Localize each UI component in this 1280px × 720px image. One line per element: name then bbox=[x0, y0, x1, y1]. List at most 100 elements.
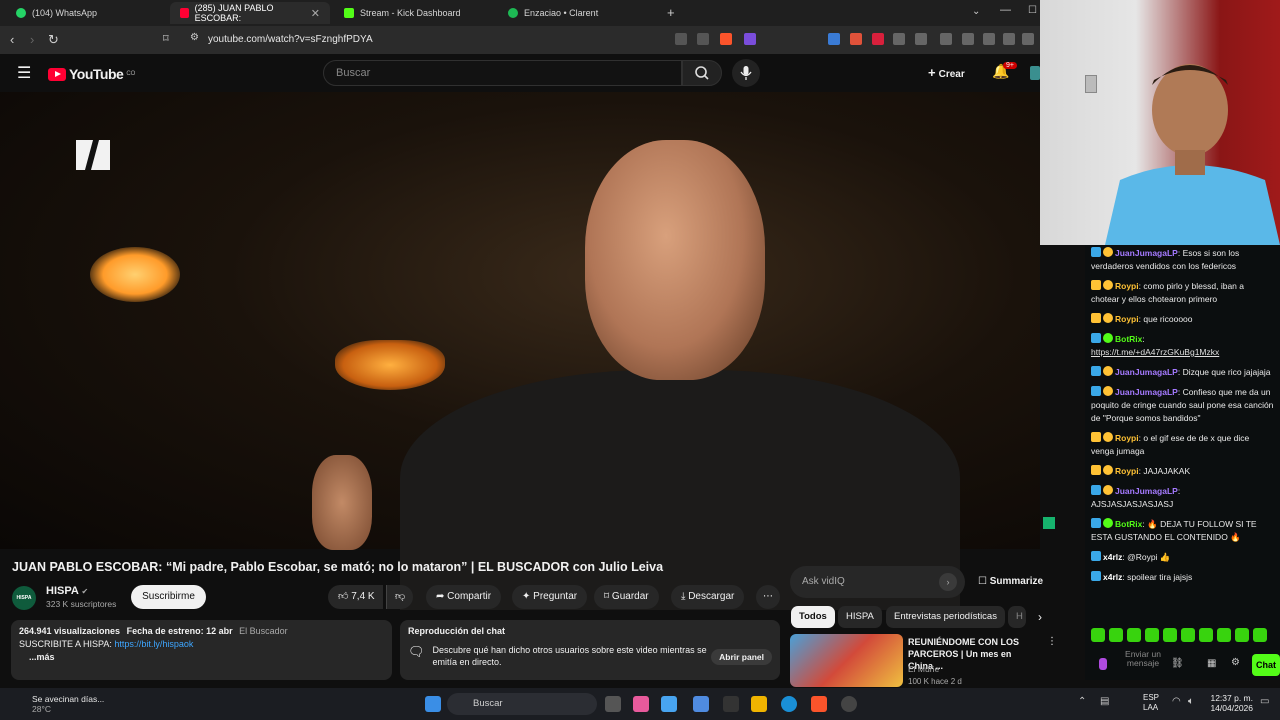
tray-chevron-icon[interactable]: ⌃ bbox=[1078, 696, 1086, 707]
tab-spotify[interactable]: Enzaciao • Clarent bbox=[498, 2, 658, 24]
reload-icon[interactable]: ↻ bbox=[48, 32, 59, 48]
chat-username[interactable]: BotRix bbox=[1115, 519, 1142, 529]
recommendation-channel[interactable]: El Muñe bbox=[908, 664, 939, 674]
tab-youtube[interactable]: (285) JUAN PABLO ESCOBAR: ✕ bbox=[170, 2, 330, 24]
description-box[interactable]: 264.941 visualizaciones Fecha de estreno… bbox=[11, 620, 392, 680]
notification-center-icon[interactable]: ▭ bbox=[1260, 696, 1269, 707]
settings-link-icon[interactable]: ⛓ bbox=[1171, 658, 1184, 669]
chat-message-input[interactable]: Enviar un mensaje bbox=[1121, 650, 1165, 668]
folder-icon[interactable] bbox=[751, 696, 767, 712]
voice-search-button[interactable] bbox=[732, 59, 760, 87]
tray-icon[interactable]: ▤ bbox=[1100, 696, 1109, 707]
youtube-logo[interactable]: YouTube CO bbox=[48, 66, 135, 82]
share-icon[interactable] bbox=[697, 33, 709, 45]
chat-username[interactable]: JuanJumagaLP bbox=[1115, 486, 1178, 496]
chat-username[interactable]: x4rlz bbox=[1103, 572, 1122, 582]
translate-icon[interactable] bbox=[828, 33, 840, 45]
emote-icon[interactable] bbox=[1127, 628, 1141, 642]
emote-icon[interactable] bbox=[1145, 628, 1159, 642]
chat-username[interactable]: JuanJumagaLP bbox=[1115, 387, 1178, 397]
chat-username[interactable]: JuanJumagaLP bbox=[1115, 248, 1178, 258]
open-panel-button[interactable]: Abrir panel bbox=[711, 649, 772, 665]
subscribe-button[interactable]: Suscribirme bbox=[131, 585, 206, 609]
extension-icon[interactable] bbox=[850, 33, 862, 45]
search-button[interactable] bbox=[682, 60, 722, 86]
extension-icon[interactable] bbox=[872, 33, 884, 45]
summarize-button[interactable]: ☐ Summarize bbox=[978, 576, 1043, 587]
send-arrow-icon[interactable]: › bbox=[939, 573, 957, 591]
chat-link[interactable]: https://t.me/+dA47rzGKuBg1Mzkx bbox=[1091, 347, 1219, 357]
description-tag[interactable]: El Buscador bbox=[239, 626, 288, 636]
chip-partial[interactable]: H bbox=[1008, 606, 1026, 628]
save-button[interactable]: ⌑ Guardar bbox=[594, 585, 659, 609]
vidiq-ask-input[interactable]: Ask vidIQ › bbox=[790, 566, 965, 598]
brave-icon[interactable] bbox=[811, 696, 827, 712]
back-icon[interactable]: ‹ bbox=[10, 32, 14, 47]
microphone-icon[interactable] bbox=[1099, 658, 1107, 670]
app-icon[interactable] bbox=[661, 696, 677, 712]
minimize-icon[interactable]: — bbox=[1000, 4, 1011, 16]
emote-icon[interactable] bbox=[1163, 628, 1177, 642]
create-button[interactable]: + Crear bbox=[928, 65, 965, 80]
volume-icon[interactable]: 🔈︎ bbox=[1188, 696, 1194, 707]
extension-icon[interactable] bbox=[893, 33, 905, 45]
emote-icon[interactable] bbox=[1217, 628, 1231, 642]
chat-username[interactable]: Roypi bbox=[1115, 314, 1139, 324]
chat-send-button[interactable]: Chat bbox=[1252, 654, 1280, 676]
recommendation-thumbnail[interactable] bbox=[790, 634, 903, 687]
obs-icon[interactable] bbox=[841, 696, 857, 712]
dislike-button[interactable]: 👎︎ bbox=[386, 585, 414, 609]
download-button[interactable]: ⤓ Descargar bbox=[671, 585, 745, 609]
emote-icon[interactable] bbox=[1109, 628, 1123, 642]
emote-icon[interactable] bbox=[1091, 628, 1105, 642]
search-input[interactable]: Buscar bbox=[323, 60, 682, 86]
new-tab-icon[interactable]: + bbox=[667, 5, 675, 20]
show-more-link[interactable]: ...más bbox=[19, 652, 384, 662]
media-icon[interactable] bbox=[962, 33, 974, 45]
ask-button[interactable]: ✦ Preguntar bbox=[512, 585, 588, 609]
language-indicator[interactable]: ESP LAA bbox=[1143, 693, 1159, 713]
site-info-icon[interactable]: ⚙ bbox=[190, 32, 199, 43]
cast-icon[interactable] bbox=[675, 33, 687, 45]
task-view-icon[interactable] bbox=[605, 696, 621, 712]
bookmark-icon[interactable]: ⌑ bbox=[163, 32, 169, 45]
brave-shield-icon[interactable] bbox=[720, 33, 732, 45]
brave-rewards-icon[interactable] bbox=[744, 33, 756, 45]
channel-avatar[interactable]: HISPA bbox=[12, 586, 36, 610]
chip-hispa[interactable]: HISPA bbox=[838, 606, 882, 628]
tab-kick[interactable]: Stream - Kick Dashboard bbox=[334, 2, 494, 24]
app-icon[interactable] bbox=[633, 696, 649, 712]
app-icon[interactable] bbox=[693, 696, 709, 712]
emote-icon[interactable] bbox=[1253, 628, 1267, 642]
like-button[interactable]: 👍︎ 7,4 K bbox=[328, 585, 383, 609]
emote-icon[interactable] bbox=[1181, 628, 1195, 642]
gear-icon[interactable]: ⚙ bbox=[1231, 657, 1240, 668]
chat-username[interactable]: JuanJumagaLP bbox=[1115, 367, 1178, 377]
close-tab-icon[interactable]: ✕ bbox=[311, 7, 320, 20]
download-icon[interactable] bbox=[940, 33, 952, 45]
taskbar-clock[interactable]: 12:37 p. m. 14/04/2026 bbox=[1205, 693, 1253, 713]
forward-icon[interactable]: › bbox=[30, 32, 34, 47]
chat-username[interactable]: Roypi bbox=[1115, 433, 1139, 443]
store-icon[interactable]: ▦ bbox=[1207, 658, 1216, 669]
terminal-icon[interactable] bbox=[723, 696, 739, 712]
edge-icon[interactable] bbox=[781, 696, 797, 712]
leo-icon[interactable] bbox=[1022, 33, 1034, 45]
avatar[interactable] bbox=[1030, 66, 1040, 80]
tab-whatsapp[interactable]: (104) WhatsApp bbox=[6, 2, 166, 24]
more-actions-button[interactable]: ⋯ bbox=[756, 585, 780, 609]
taskbar-search[interactable]: Buscar bbox=[447, 693, 597, 715]
description-link[interactable]: https://bit.ly/hispaok bbox=[114, 639, 193, 649]
more-icon[interactable]: ⋮ bbox=[1047, 636, 1057, 647]
chat-username[interactable]: x4rlz bbox=[1103, 552, 1122, 562]
share-button[interactable]: ➦ Compartir bbox=[426, 585, 502, 609]
vidiq-overlay-icon[interactable] bbox=[1043, 517, 1055, 529]
chip-entrevistas[interactable]: Entrevistas periodísticas bbox=[886, 606, 1005, 628]
emote-icon[interactable] bbox=[1235, 628, 1249, 642]
url-field[interactable]: youtube.com/watch?v=sFznghfPDYA bbox=[208, 34, 373, 45]
channel-name[interactable]: HISPA ✔ bbox=[46, 585, 88, 597]
chat-username[interactable]: Roypi bbox=[1115, 466, 1139, 476]
chip-todos[interactable]: Todos bbox=[791, 606, 835, 628]
emote-icon[interactable] bbox=[1199, 628, 1213, 642]
chat-username[interactable]: BotRix bbox=[1115, 334, 1142, 344]
